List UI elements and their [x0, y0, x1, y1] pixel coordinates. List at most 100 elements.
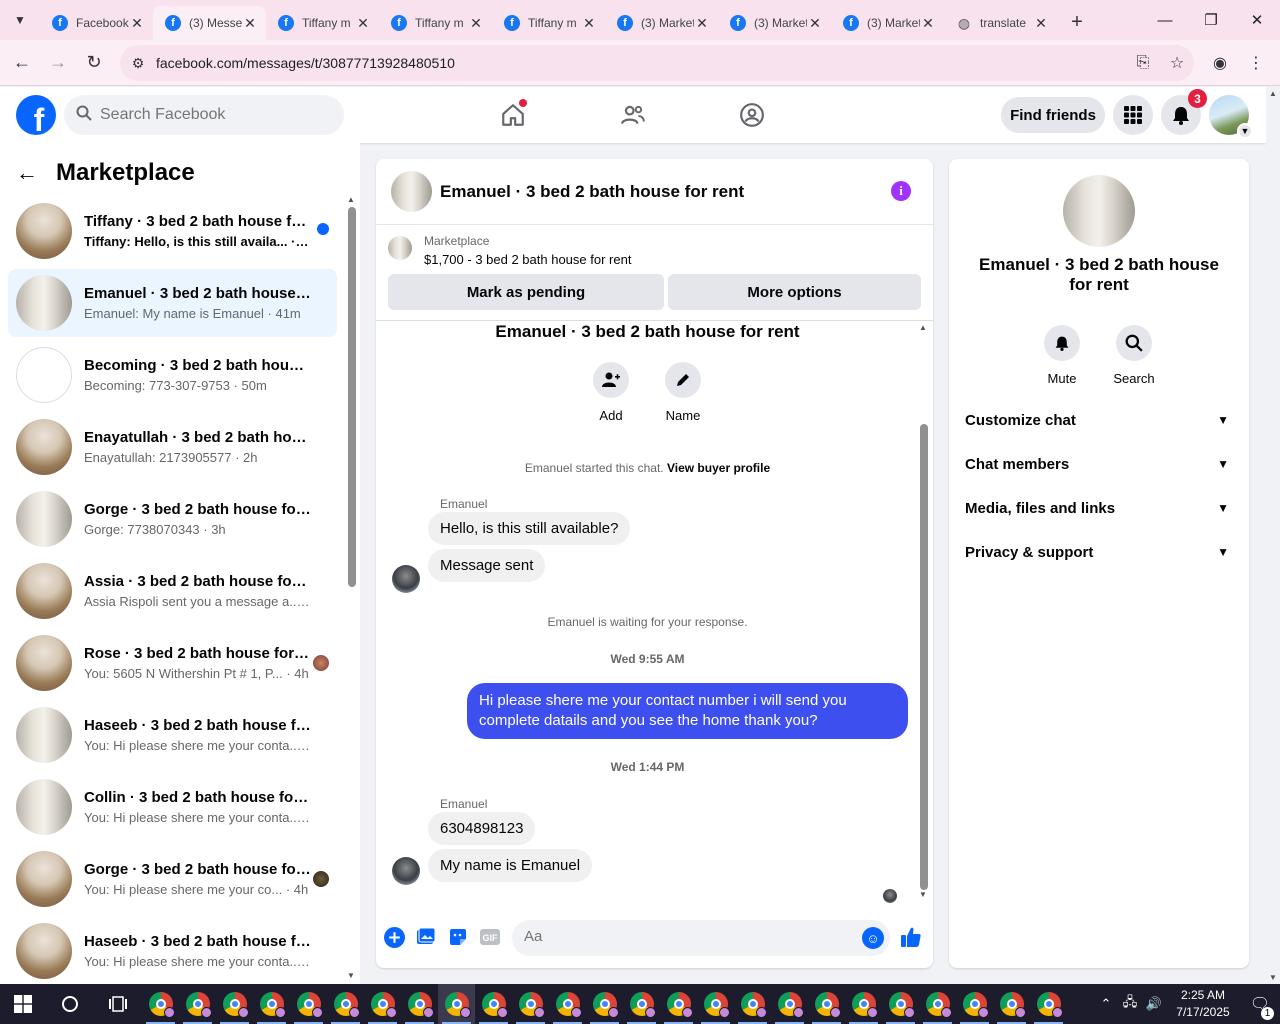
- taskbar-chrome-icon[interactable]: [919, 984, 956, 1024]
- taskbar-chrome-icon[interactable]: [475, 984, 512, 1024]
- action-center-icon[interactable]: 🗨 1: [1240, 994, 1280, 1020]
- tray-overflow-icon[interactable]: ⌃: [1094, 996, 1118, 1012]
- chat-header[interactable]: Emanuel · 3 bed 2 bath house for rent i: [376, 159, 933, 225]
- mute-action[interactable]: Mute: [1032, 325, 1092, 386]
- conversation-item[interactable]: Collin · 3 bed 2 bath house for rent You:…: [8, 773, 337, 841]
- taskbar-chrome-icon[interactable]: [549, 984, 586, 1024]
- reload-button[interactable]: ↻: [76, 45, 112, 81]
- taskbar-chrome-icon[interactable]: [845, 984, 882, 1024]
- taskbar-chrome-icon[interactable]: [179, 984, 216, 1024]
- close-tab-icon[interactable]: ✕: [807, 15, 823, 32]
- close-tab-icon[interactable]: ✕: [920, 15, 936, 32]
- pencil-icon[interactable]: [665, 362, 701, 398]
- close-tab-icon[interactable]: ✕: [242, 15, 258, 32]
- taskbar-chrome-icon[interactable]: [697, 984, 734, 1024]
- back-arrow-icon[interactable]: ←: [16, 160, 56, 186]
- close-tab-icon[interactable]: ✕: [581, 15, 597, 32]
- network-icon[interactable]: 🖧: [1118, 993, 1142, 1015]
- contact-avatar[interactable]: [1063, 175, 1135, 247]
- taskbar-chrome-icon[interactable]: [1030, 984, 1067, 1024]
- incoming-message[interactable]: Message sent: [428, 549, 546, 582]
- tab-search-button[interactable]: ▼: [4, 4, 36, 36]
- scroll-up-arrow-icon[interactable]: ▲: [347, 195, 355, 204]
- listing-thumbnail[interactable]: [388, 236, 412, 260]
- browser-menu-icon[interactable]: ⋮: [1238, 45, 1274, 81]
- taskbar-chrome-icon[interactable]: [290, 984, 327, 1024]
- browser-tab[interactable]: f Tiffany m ✕: [266, 6, 379, 40]
- taskbar-chrome-icon[interactable]: [512, 984, 549, 1024]
- browser-tab[interactable]: f (3) Messenger✕: [153, 6, 266, 40]
- conversation-item[interactable]: Haseeb · 3 bed 2 bath house for rent You:…: [8, 701, 337, 769]
- facebook-search-input[interactable]: [100, 106, 330, 124]
- scrollbar-thumb[interactable]: [920, 424, 928, 890]
- scroll-down-arrow-icon[interactable]: ▼: [347, 971, 355, 980]
- browser-tab[interactable]: f Tiffany m ✕: [379, 6, 492, 40]
- taskbar-chrome-icon[interactable]: [660, 984, 697, 1024]
- browser-tab[interactable]: f Facebook ✕: [40, 6, 153, 40]
- site-info-icon[interactable]: ⚙: [120, 55, 156, 72]
- home-nav-button[interactable]: [493, 95, 533, 135]
- new-tab-button[interactable]: +: [1063, 8, 1091, 36]
- bell-icon[interactable]: [1044, 325, 1080, 361]
- taskbar-chrome-icon[interactable]: [216, 984, 253, 1024]
- taskbar-search-button[interactable]: [46, 984, 94, 1024]
- close-tab-icon[interactable]: ✕: [468, 15, 484, 32]
- incoming-message[interactable]: Hello, is this still available?: [428, 512, 631, 545]
- start-button[interactable]: [0, 984, 46, 1024]
- scroll-down-arrow-icon[interactable]: ▼: [1269, 973, 1277, 982]
- incoming-message[interactable]: My name is Emanuel: [428, 849, 593, 882]
- conversation-item[interactable]: Gorge · 3 bed 2 bath house for rent You: …: [8, 845, 337, 913]
- more-options-button[interactable]: More options: [668, 274, 921, 310]
- facebook-logo-icon[interactable]: f: [16, 95, 56, 135]
- address-bar[interactable]: ⚙ facebook.com/messages/t/30877713928480…: [120, 45, 1194, 81]
- conversation-item[interactable]: Gorge · 3 bed 2 bath house for rent Gorge…: [8, 485, 337, 553]
- conversation-item[interactable]: Haseeb · 3 bed 2 bath house for rent You:…: [8, 917, 337, 985]
- chat-header-name[interactable]: Emanuel · 3 bed 2 bath house for rent: [440, 182, 744, 202]
- sender-avatar[interactable]: [392, 565, 420, 593]
- url-text[interactable]: facebook.com/messages/t/3087771392848051…: [156, 55, 1126, 71]
- taskbar-chrome-icon[interactable]: [253, 984, 290, 1024]
- taskbar-chrome-icon[interactable]: [364, 984, 401, 1024]
- page-scrollbar[interactable]: ▲ ▼: [1266, 87, 1280, 984]
- forward-button[interactable]: →: [40, 45, 76, 81]
- plus-circle-icon[interactable]: [383, 926, 405, 948]
- conversation-item[interactable]: Becoming · 3 bed 2 bath house for rent Be…: [8, 341, 337, 409]
- close-tab-icon[interactable]: ✕: [694, 15, 710, 32]
- section-media-files-links[interactable]: Media, files and links ▼: [965, 496, 1233, 520]
- gif-icon[interactable]: GIF: [479, 926, 501, 948]
- conversation-item[interactable]: Rose · 3 bed 2 bath house for rent You: 5…: [8, 629, 337, 697]
- install-app-icon[interactable]: ⎘: [1126, 54, 1160, 72]
- photo-icon[interactable]: [415, 926, 437, 948]
- task-view-button[interactable]: [94, 984, 142, 1024]
- info-icon[interactable]: i: [891, 181, 911, 201]
- menu-grid-button[interactable]: [1113, 95, 1153, 135]
- taskbar-chrome-icon[interactable]: [771, 984, 808, 1024]
- browser-tab[interactable]: f (3) Marketplace✕: [831, 6, 944, 40]
- sender-avatar[interactable]: [392, 857, 420, 885]
- add-action[interactable]: Add: [581, 362, 641, 423]
- chat-avatar[interactable]: [391, 171, 432, 212]
- chat-scrollbar[interactable]: ▲ ▼: [918, 323, 930, 899]
- incoming-message[interactable]: 6304898123: [428, 812, 536, 845]
- section-chat-members[interactable]: Chat members ▼: [965, 452, 1233, 476]
- maximize-button[interactable]: ❐: [1188, 0, 1234, 40]
- taskbar-chrome-icon[interactable]: [734, 984, 771, 1024]
- taskbar-chrome-icon[interactable]: [327, 984, 364, 1024]
- emoji-icon[interactable]: ☺: [862, 927, 884, 949]
- taskbar-chrome-icon[interactable]: [586, 984, 623, 1024]
- profile-icon[interactable]: ◉: [1202, 45, 1238, 81]
- find-friends-button[interactable]: Find friends: [1001, 97, 1105, 133]
- bookmark-star-icon[interactable]: ☆: [1160, 53, 1194, 73]
- notifications-button[interactable]: 3: [1161, 89, 1207, 135]
- conversation-item[interactable]: Enayatullah · 3 bed 2 bath house for ren…: [8, 413, 337, 481]
- close-tab-icon[interactable]: ✕: [355, 15, 371, 32]
- message-input[interactable]: [524, 928, 844, 945]
- browser-tab[interactable]: f (3) Marketplace✕: [605, 6, 718, 40]
- outgoing-message[interactable]: Hi please shere me your contact number i…: [467, 683, 908, 739]
- add-person-icon[interactable]: [593, 362, 629, 398]
- close-window-button[interactable]: ✕: [1234, 0, 1280, 40]
- taskbar-chrome-icon[interactable]: [956, 984, 993, 1024]
- taskbar-chrome-icon[interactable]: [142, 984, 179, 1024]
- scrollbar-thumb[interactable]: [348, 207, 356, 587]
- browser-tab[interactable]: ◍ translate ✕: [944, 6, 1057, 40]
